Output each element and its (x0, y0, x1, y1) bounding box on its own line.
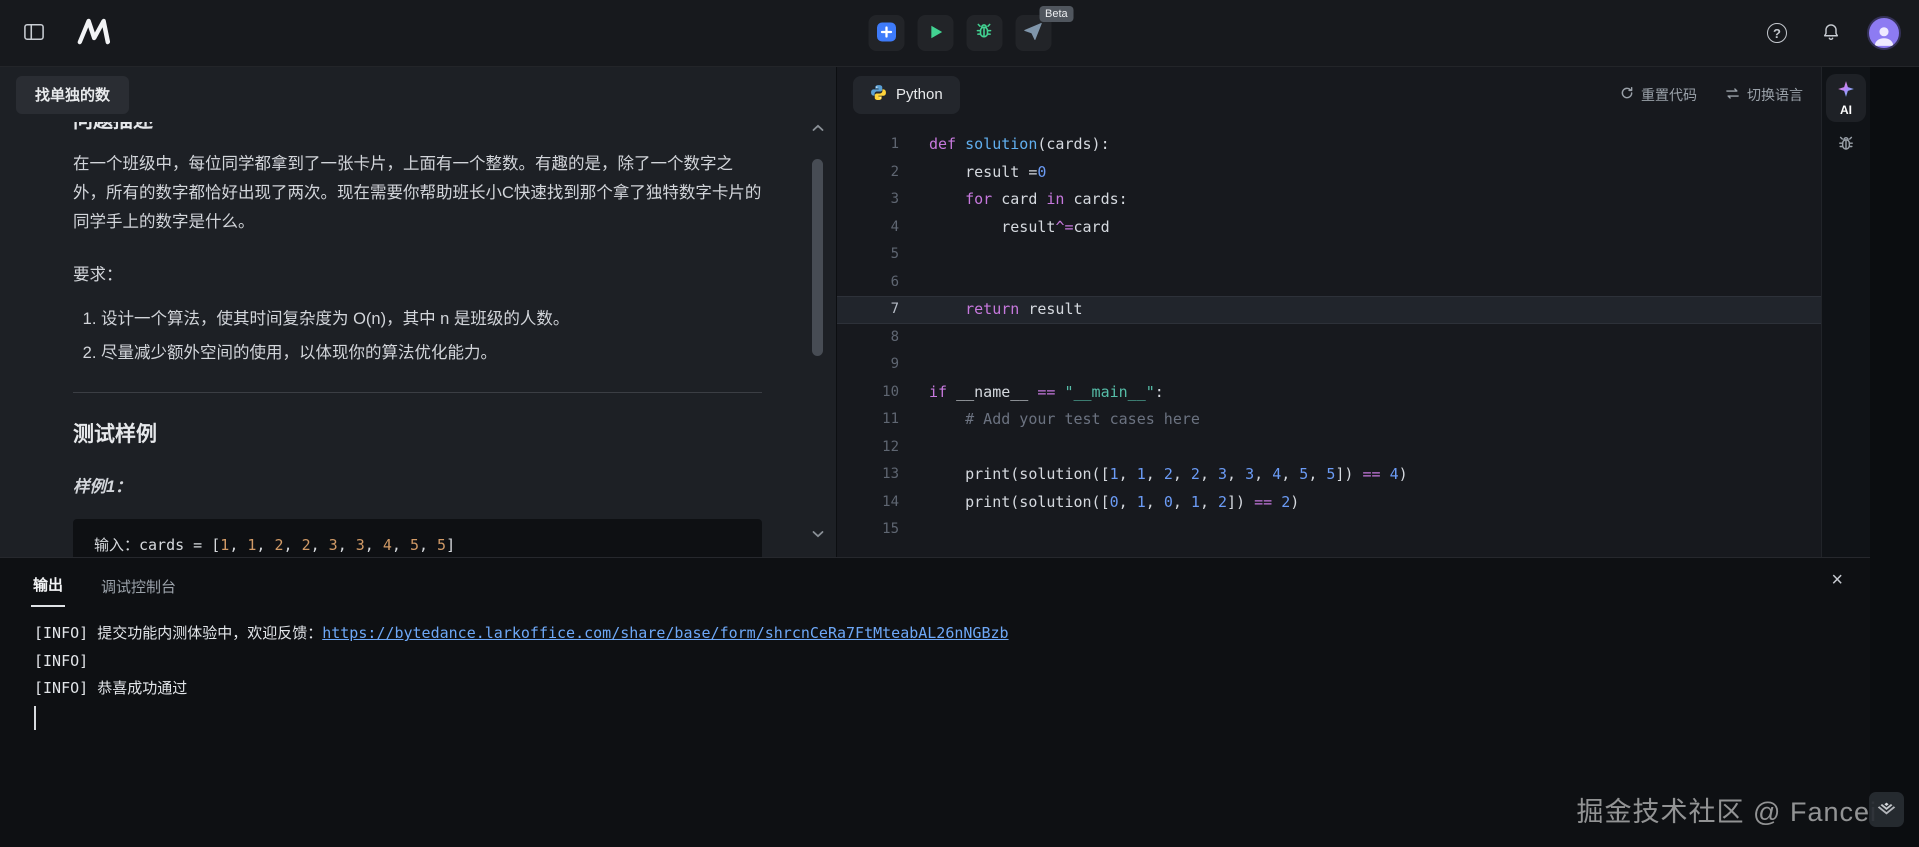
requirement-item: 尽量减少额外空间的使用，以体现你的算法优化能力。 (101, 339, 762, 368)
submit-button[interactable]: Beta (1015, 15, 1051, 51)
line-number: 10 (837, 379, 909, 407)
app-logo (74, 16, 120, 51)
tab-output[interactable]: 输出 (31, 574, 65, 607)
debug-run-button[interactable] (966, 15, 1002, 51)
code-line-10[interactable]: 10if __name__ == "__main__": (837, 379, 1821, 407)
sidebar-toggle-button[interactable] (16, 15, 52, 51)
line-number: 2 (837, 159, 909, 187)
console-text: [INFO] (34, 652, 88, 670)
console-log-line: [INFO] 恭喜成功通过 (34, 675, 1870, 703)
bug-icon (974, 21, 995, 45)
line-number: 4 (837, 214, 909, 242)
topbar: Beta ? (0, 0, 1919, 67)
reset-icon (1620, 86, 1634, 103)
help-button[interactable]: ? (1759, 15, 1795, 51)
ai-assistant-button[interactable]: AI (1826, 74, 1866, 122)
code-line-15[interactable]: 15 (837, 516, 1821, 544)
sidebar-toggle-icon (24, 23, 44, 44)
line-number: 7 (837, 296, 909, 324)
debug-panel-button[interactable] (1836, 134, 1856, 157)
problem-text: 在一个班级中，每位同学都拿到了一张卡片，上面有一个整数。有趣的是，除了一个数字之… (73, 150, 762, 237)
tab-debug-console[interactable]: 调试控制台 (99, 576, 178, 607)
line-number: 9 (837, 351, 909, 379)
divider (73, 392, 762, 393)
language-selector[interactable]: Python (853, 76, 960, 114)
console-text: [INFO] 恭喜成功通过 (34, 679, 187, 697)
code-editor[interactable]: 1def solution(cards):2 result =03 for ca… (837, 122, 1821, 557)
line-number: 5 (837, 241, 909, 269)
switch-icon (1725, 87, 1740, 103)
switch-language-button[interactable]: 切换语言 (1725, 85, 1803, 105)
python-icon (870, 84, 887, 105)
question-icon: ? (1767, 23, 1787, 43)
bell-icon (1821, 22, 1841, 45)
bug-outline-icon (1836, 134, 1856, 157)
console-log-line: [INFO] (34, 648, 1870, 676)
code-line-12[interactable]: 12 (837, 434, 1821, 462)
notifications-button[interactable] (1813, 15, 1849, 51)
line-number: 14 (837, 489, 909, 517)
problem-description: 问题描述 在一个班级中，每位同学都拿到了一张卡片，上面有一个整数。有趣的是，除了… (0, 122, 836, 557)
plus-square-icon (875, 21, 897, 46)
paper-plane-icon (1023, 21, 1044, 45)
line-number: 15 (837, 516, 909, 544)
sample-code-block: 输入：cards = [1, 1, 2, 2, 3, 3, 4, 5, 5]输出… (73, 519, 762, 557)
code-line-13[interactable]: 13 print(solution([1, 1, 2, 2, 3, 3, 4, … (837, 461, 1821, 489)
console-cursor (34, 706, 36, 730)
code-line-14[interactable]: 14 print(solution([0, 1, 0, 1, 2]) == 2) (837, 489, 1821, 517)
avatar[interactable] (1867, 16, 1901, 50)
clipped-section-heading: 问题描述 (73, 122, 762, 136)
console-output: [INFO] 提交功能内测体验中，欢迎反馈：https://bytedance.… (0, 607, 1870, 847)
samples-heading: 测试样例 (73, 420, 762, 449)
console-text: [INFO] 提交功能内测体验中，欢迎反馈： (34, 624, 322, 642)
code-line-4[interactable]: 4 result^=card (837, 214, 1821, 242)
console-log-line: [INFO] 提交功能内测体验中，欢迎反馈：https://bytedance.… (34, 620, 1870, 648)
play-icon (925, 22, 945, 45)
code-line-1[interactable]: 1def solution(cards): (837, 131, 1821, 159)
console-panel: 输出 调试控制台 × [INFO] 提交功能内测体验中，欢迎反馈：https:/… (0, 557, 1870, 847)
code-line-8[interactable]: 8 (837, 324, 1821, 352)
ai-label: AI (1840, 103, 1852, 117)
requirements-label: 要求： (73, 261, 762, 290)
code-line-7[interactable]: 7 return result (837, 296, 1821, 324)
line-number: 3 (837, 186, 909, 214)
code-line-2[interactable]: 2 result =0 (837, 159, 1821, 187)
code-editor-panel: Python 重置代码 (837, 67, 1821, 557)
requirement-item: 设计一个算法，使其时间复杂度为 O(n)，其中 n 是班级的人数。 (101, 305, 762, 334)
code-line-6[interactable]: 6 (837, 269, 1821, 297)
console-close-button[interactable]: × (1831, 570, 1843, 590)
problem-panel: 找单独的数 问题描述 在一个班级中，每位同学都拿到了一张卡片，上面有一个整数。有… (0, 67, 837, 557)
line-number: 13 (837, 461, 909, 489)
code-line-5[interactable]: 5 (837, 241, 1821, 269)
line-number: 11 (837, 406, 909, 434)
scroll-down-icon[interactable] (812, 525, 824, 543)
sparkle-icon (1837, 80, 1855, 101)
line-number: 6 (837, 269, 909, 297)
problem-tab[interactable]: 找单独的数 (16, 76, 129, 114)
requirements-list: 设计一个算法，使其时间复杂度为 O(n)，其中 n 是班级的人数。尽量减少额外空… (73, 305, 762, 368)
app-root: Beta ? (0, 0, 1919, 847)
reset-code-button[interactable]: 重置代码 (1620, 85, 1697, 105)
add-button[interactable] (868, 15, 904, 51)
right-toolbar: AI (1821, 67, 1870, 557)
code-line-3[interactable]: 3 for card in cards: (837, 186, 1821, 214)
language-label: Python (896, 86, 943, 103)
console-link[interactable]: https://bytedance.larkoffice.com/share/b… (322, 624, 1008, 642)
sample-label: 样例1： (73, 473, 762, 502)
code-line-11[interactable]: 11 # Add your test cases here (837, 406, 1821, 434)
beta-badge: Beta (1039, 6, 1074, 22)
line-number: 1 (837, 131, 909, 159)
line-number: 12 (837, 434, 909, 462)
code-line-9[interactable]: 9 (837, 351, 1821, 379)
line-number: 8 (837, 324, 909, 352)
scroll-up-icon[interactable] (812, 119, 824, 137)
left-scrollbar-thumb[interactable] (812, 159, 823, 356)
run-button[interactable] (917, 15, 953, 51)
